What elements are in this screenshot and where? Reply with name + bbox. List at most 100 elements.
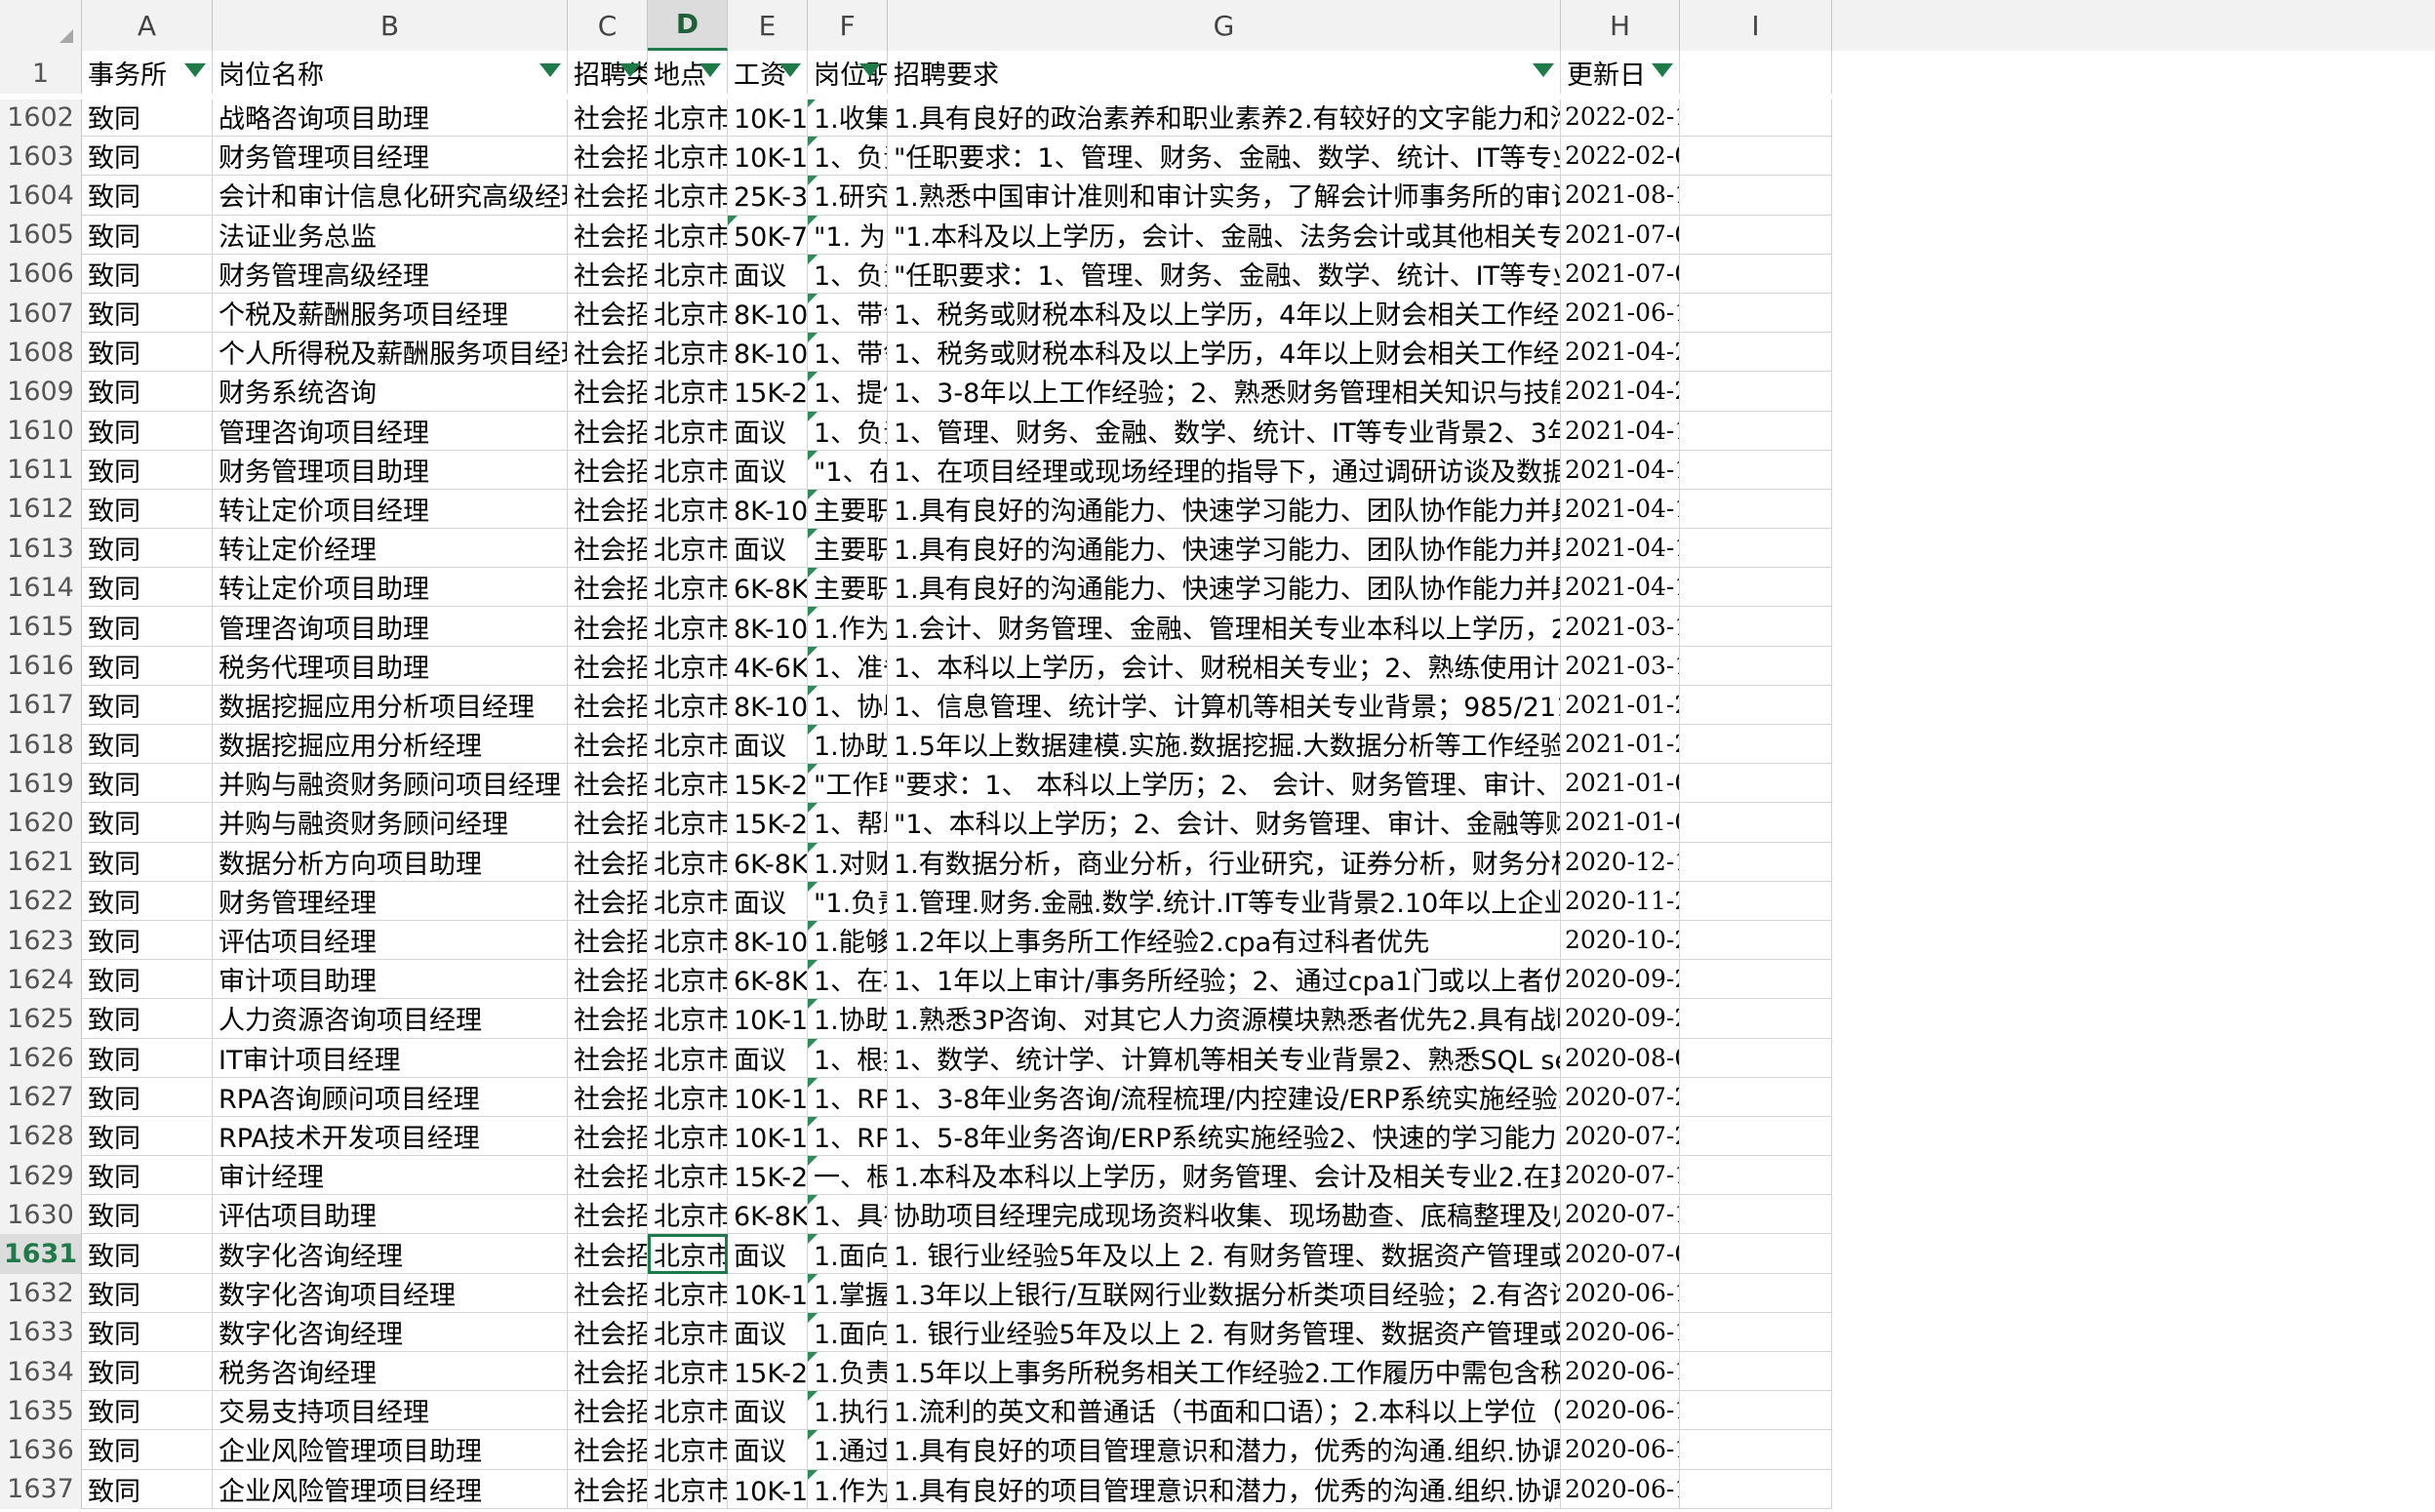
cell-b[interactable]: 评估项目经理 bbox=[213, 920, 568, 961]
cell-f[interactable]: 1、负责按 bbox=[808, 411, 888, 451]
cell-b[interactable]: 财务管理高级经理 bbox=[213, 254, 568, 294]
row-number[interactable]: 1 bbox=[0, 51, 82, 96]
row-number[interactable]: 1630 bbox=[0, 1195, 82, 1235]
cell-e[interactable]: 6K-8K 元/月 bbox=[728, 568, 808, 608]
column-header-g[interactable]: G bbox=[888, 0, 1561, 51]
cell-a[interactable]: 致同 bbox=[82, 1156, 213, 1196]
cell-c[interactable]: 社会招聘 bbox=[568, 1312, 648, 1352]
cell-d[interactable]: 北京市 bbox=[648, 960, 728, 1000]
cell-i[interactable] bbox=[1680, 568, 1832, 608]
row-number[interactable]: 1617 bbox=[0, 685, 82, 725]
cell-f[interactable]: 1.通过数据 bbox=[808, 1430, 888, 1470]
cell-i[interactable] bbox=[1680, 411, 1832, 451]
cell-b[interactable]: 税务咨询经理 bbox=[213, 1352, 568, 1392]
cell-g[interactable]: 1.2年以上事务所工作经验2.cpa有过科者优先 bbox=[888, 920, 1561, 961]
row-number[interactable]: 1605 bbox=[0, 215, 82, 255]
cell-h[interactable]: 2021-01-04T20:35:48 bbox=[1561, 764, 1680, 804]
cell-f[interactable]: 1、RPA实 bbox=[808, 1077, 888, 1117]
cell-e[interactable]: 15K-25K 元 bbox=[728, 1352, 808, 1392]
cell-a[interactable]: 致同 bbox=[82, 607, 213, 647]
cell-i[interactable] bbox=[1680, 98, 1832, 138]
cell-f[interactable]: 1.作为协助 bbox=[808, 607, 888, 647]
column-header-c[interactable]: C bbox=[568, 0, 648, 51]
cell-f[interactable]: 1.协助客户 bbox=[808, 725, 888, 765]
cell-d[interactable]: 北京市 bbox=[648, 1352, 728, 1392]
cell-d[interactable]: 北京市 bbox=[648, 137, 728, 177]
column-header-b[interactable]: B bbox=[213, 0, 568, 51]
cell-g[interactable]: 1、管理、财务、金融、数学、统计、IT等专业背景2、3年以上企业财务管理相关工作… bbox=[888, 411, 1561, 451]
cell-e[interactable]: 面议 bbox=[728, 1038, 808, 1078]
cell-e[interactable]: 8K-10K 元 bbox=[728, 489, 808, 530]
filter-dropdown-icon[interactable] bbox=[699, 62, 721, 77]
cell-g[interactable]: 1.流利的英文和普通话（书面和口语）；2.本科以上学位（最好是财务管理. 会计和… bbox=[888, 1391, 1561, 1431]
cell-f[interactable]: 一、根据审 bbox=[808, 1156, 888, 1196]
cell-b[interactable]: 数字化咨询经理 bbox=[213, 1312, 568, 1352]
cell-c[interactable]: 社会招聘 bbox=[568, 881, 648, 921]
cell-f[interactable]: 1、带领项 bbox=[808, 293, 888, 334]
cell-c[interactable]: 社会招聘 bbox=[568, 764, 648, 804]
cell-f[interactable]: 1.协助经理 bbox=[808, 999, 888, 1039]
cell-b[interactable]: 评估项目助理 bbox=[213, 1195, 568, 1235]
cell-g[interactable]: "任职要求：1、管理、财务、金融、数学、统计、IT等专业背景，财务及商科背景优先 bbox=[888, 137, 1561, 177]
cell-a[interactable]: 致同 bbox=[82, 1469, 213, 1509]
cell-e[interactable]: 面议 bbox=[728, 450, 808, 490]
cell-c[interactable]: 社会招聘 bbox=[568, 137, 648, 177]
cell-h[interactable]: 2020-06-18T11:11:05 bbox=[1561, 1352, 1680, 1392]
cell-g[interactable]: 1.本科及本科以上学历，财务管理、会计及相关专业2.在其他事务所工作五年以上，并… bbox=[888, 1156, 1561, 1196]
cell-i[interactable] bbox=[1680, 1195, 1832, 1235]
cell-d[interactable]: 北京市 bbox=[648, 1430, 728, 1470]
filter-dropdown-icon[interactable] bbox=[859, 62, 881, 77]
cell-i[interactable] bbox=[1680, 1077, 1832, 1117]
cell-g[interactable]: 1、在项目经理或现场经理的指导下，通过调研访谈及数据信息的收集、整理和分析，开 bbox=[888, 450, 1561, 490]
cell-d[interactable]: 北京市 bbox=[648, 411, 728, 451]
cell-b[interactable]: 个税及薪酬服务项目经理 bbox=[213, 293, 568, 334]
row-number[interactable]: 1602 bbox=[0, 98, 82, 138]
cell-a[interactable]: 致同 bbox=[82, 450, 213, 490]
cell-f[interactable]: 1.收集整理 bbox=[808, 98, 888, 138]
cell-g[interactable]: "1、本科以上学历；2、会计、财务管理、审计、金融等财经类专业背景；3、具有3年… bbox=[888, 803, 1561, 843]
cell-c[interactable]: 社会招聘 bbox=[568, 646, 648, 686]
cell-a[interactable]: 致同 bbox=[82, 646, 213, 686]
cell-a[interactable]: 致同 bbox=[82, 960, 213, 1000]
cell-c[interactable]: 社会招聘 bbox=[568, 489, 648, 530]
cell-i[interactable] bbox=[1680, 137, 1832, 177]
cell-a[interactable]: 致同 bbox=[82, 137, 213, 177]
header-cell-g[interactable]: 招聘要求 bbox=[888, 51, 1561, 96]
cell-c[interactable]: 社会招聘 bbox=[568, 176, 648, 216]
cell-h[interactable]: 2020-06-17T11:43:46 bbox=[1561, 1430, 1680, 1470]
cell-d[interactable]: 北京市 bbox=[648, 1038, 728, 1078]
cell-d[interactable]: 北京市 bbox=[648, 529, 728, 569]
column-header-e[interactable]: E bbox=[728, 0, 808, 51]
row-number[interactable]: 1609 bbox=[0, 372, 82, 412]
cell-c[interactable]: 社会招聘 bbox=[568, 1430, 648, 1470]
cell-a[interactable]: 致同 bbox=[82, 881, 213, 921]
cell-d[interactable]: 北京市 bbox=[648, 1469, 728, 1509]
cell-f[interactable]: 1、负责按 bbox=[808, 254, 888, 294]
cell-h[interactable]: 2021-04-21T16:54:09 bbox=[1561, 333, 1680, 373]
cell-g[interactable]: 1.5年以上事务所税务相关工作经验2.工作履历中需包含税务咨询工作的项目经验3.… bbox=[888, 1352, 1561, 1392]
column-header-i[interactable]: I bbox=[1680, 0, 1832, 51]
cell-i[interactable] bbox=[1680, 489, 1832, 530]
cell-h[interactable]: 2021-04-13T16:48:50 bbox=[1561, 529, 1680, 569]
cell-i[interactable] bbox=[1680, 1312, 1832, 1352]
cell-a[interactable]: 致同 bbox=[82, 176, 213, 216]
cell-a[interactable]: 致同 bbox=[82, 1312, 213, 1352]
row-number[interactable]: 1626 bbox=[0, 1038, 82, 1078]
cell-a[interactable]: 致同 bbox=[82, 725, 213, 765]
filter-dropdown-icon[interactable] bbox=[184, 62, 206, 77]
cell-i[interactable] bbox=[1680, 725, 1832, 765]
cell-i[interactable] bbox=[1680, 293, 1832, 334]
cell-a[interactable]: 致同 bbox=[82, 842, 213, 882]
row-number[interactable]: 1636 bbox=[0, 1430, 82, 1470]
cell-g[interactable]: 1.管理.财务.金融.数学.统计.IT等专业背景2.10年以上企业财务管理相关工… bbox=[888, 881, 1561, 921]
header-cell-f[interactable]: 岗位职 bbox=[808, 51, 888, 96]
cell-g[interactable]: 1. 银行业经验5年及以上 2. 有财务管理、数据资产管理或数据治理至少一个项目… bbox=[888, 1312, 1561, 1352]
cell-h[interactable]: 2020-06-19T15:25:36 bbox=[1561, 1273, 1680, 1313]
cell-h[interactable]: 2021-01-25T17:33:32 bbox=[1561, 685, 1680, 725]
cell-i[interactable] bbox=[1680, 529, 1832, 569]
cell-g[interactable]: 1.3年以上银行/互联网行业数据分析类项目经验；2.有咨询，数据分析相关经验优先… bbox=[888, 1273, 1561, 1313]
cell-c[interactable]: 社会招聘 bbox=[568, 1391, 648, 1431]
cell-c[interactable]: 社会招聘 bbox=[568, 333, 648, 373]
cell-d[interactable]: 北京市 bbox=[648, 568, 728, 608]
cell-f[interactable]: "工作职责 bbox=[808, 764, 888, 804]
